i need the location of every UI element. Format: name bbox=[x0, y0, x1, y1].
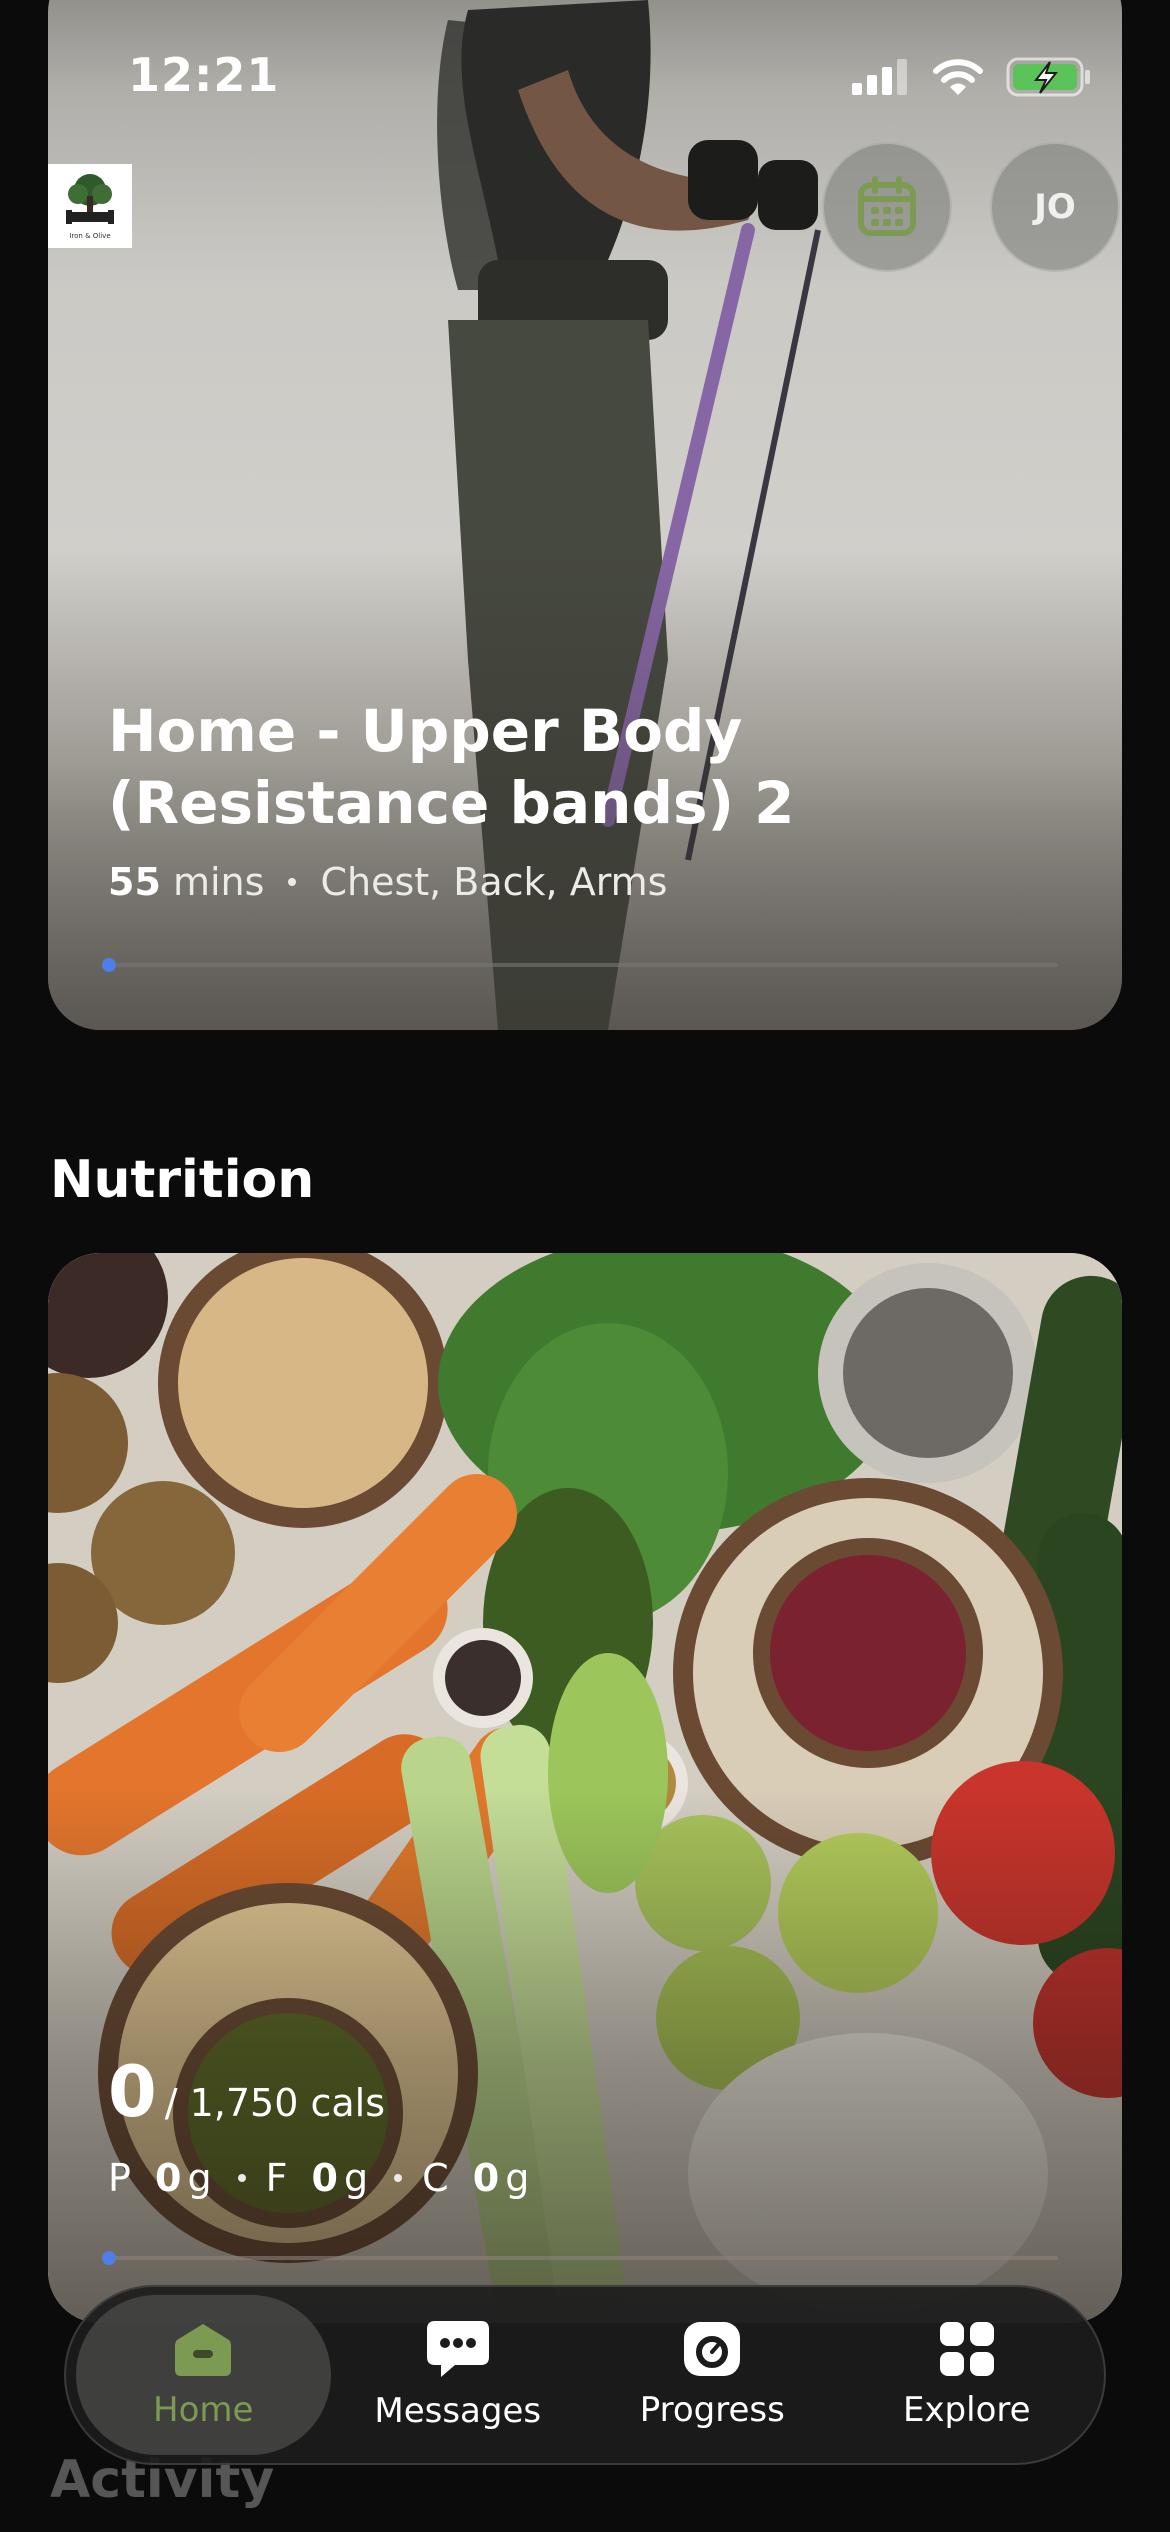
macros-summary: P 0g F 0g C 0g bbox=[108, 2156, 535, 2200]
wifi-icon bbox=[933, 59, 983, 95]
macro-fat: F 0g bbox=[265, 2156, 375, 2200]
duration-unit: mins bbox=[172, 860, 265, 904]
macro-separator bbox=[237, 2174, 246, 2182]
workout-title: Home - Upper Body (Resistance bands) 2 bbox=[108, 697, 795, 837]
workout-progress-indicator bbox=[102, 958, 116, 972]
tab-explore[interactable]: Explore bbox=[840, 2295, 1095, 2455]
tree-logo-icon bbox=[66, 174, 114, 224]
macro-protein: P 0g bbox=[108, 2156, 218, 2200]
tab-progress-label: Progress bbox=[639, 2390, 785, 2430]
macro-separator bbox=[394, 2174, 403, 2182]
signal-icon bbox=[852, 59, 907, 95]
calories-current: 0 bbox=[108, 2051, 157, 2133]
calendar-icon bbox=[858, 176, 916, 236]
nutrition-card[interactable]: 0 / 1,750 cals P 0g F 0g C 0g bbox=[48, 1253, 1122, 2323]
workout-progress-bar bbox=[102, 958, 1058, 972]
battery-charging-icon bbox=[1006, 57, 1090, 97]
logo-text: Iron & Olive bbox=[69, 232, 111, 240]
avatar-button[interactable]: JO bbox=[990, 142, 1120, 272]
workout-meta: 55 mins Chest, Back, Arms bbox=[108, 860, 667, 904]
bottom-tab-bar: Home Messages Progress Explore bbox=[64, 2285, 1106, 2465]
tab-home-label: Home bbox=[153, 2390, 254, 2430]
tab-home[interactable]: Home bbox=[76, 2295, 331, 2455]
tab-progress[interactable]: Progress bbox=[585, 2295, 840, 2455]
calories-target: / 1,750 cals bbox=[164, 2081, 385, 2125]
nutrition-section-title: Nutrition bbox=[50, 1150, 315, 1210]
workout-muscles: Chest, Back, Arms bbox=[320, 860, 668, 904]
status-time: 12:21 bbox=[128, 48, 280, 102]
explore-icon bbox=[939, 2322, 994, 2376]
calories-summary: 0 / 1,750 cals bbox=[108, 2051, 385, 2133]
nutrition-progress-indicator bbox=[102, 2251, 116, 2265]
workout-card[interactable]: Home - Upper Body (Resistance bands) 2 5… bbox=[48, 0, 1122, 1030]
nutrition-progress-bar bbox=[102, 2251, 1058, 2265]
tab-messages-label: Messages bbox=[374, 2391, 542, 2431]
progress-icon bbox=[684, 2322, 741, 2376]
status-icons bbox=[850, 56, 1092, 98]
messages-icon bbox=[426, 2321, 489, 2377]
app-logo[interactable]: Iron & Olive bbox=[48, 164, 132, 248]
meta-separator bbox=[288, 878, 297, 886]
home-icon bbox=[175, 2324, 232, 2376]
tab-messages[interactable]: Messages bbox=[331, 2295, 586, 2455]
duration-value: 55 bbox=[108, 860, 161, 904]
calendar-button[interactable] bbox=[822, 142, 952, 272]
tab-explore-label: Explore bbox=[902, 2390, 1031, 2430]
macro-carbs: C 0g bbox=[422, 2156, 536, 2200]
